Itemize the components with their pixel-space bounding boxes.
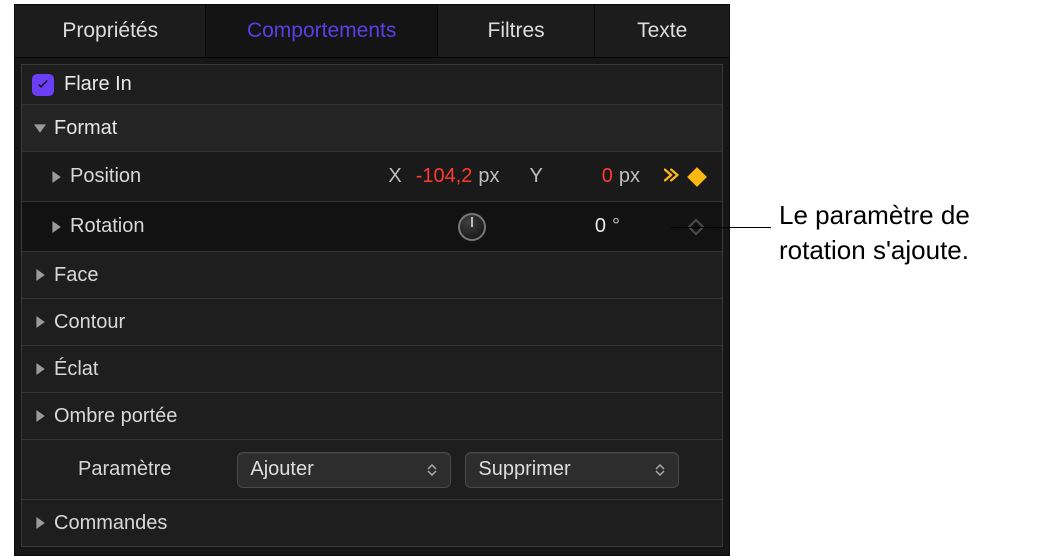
section-label: Éclat bbox=[54, 358, 98, 381]
tab-properties[interactable]: Propriétés bbox=[15, 5, 206, 57]
section-commands[interactable]: Commandes bbox=[22, 499, 722, 546]
axis-x-label: X bbox=[388, 165, 401, 188]
section-label: Contour bbox=[54, 311, 125, 334]
parameter-row: Paramètre Ajouter Supprimer bbox=[22, 439, 722, 499]
tab-text[interactable]: Texte bbox=[595, 5, 729, 57]
parameter-label: Paramètre bbox=[78, 458, 171, 481]
position-x-unit: px bbox=[478, 165, 499, 188]
tab-bar: Propriétés Comportements Filtres Texte bbox=[15, 5, 729, 58]
caret-up-down-icon bbox=[654, 464, 666, 476]
popup-label: Ajouter bbox=[250, 458, 313, 481]
panel-body: Flare In Format Position X -104,2 px Y 0… bbox=[15, 64, 729, 555]
section-glow[interactable]: Éclat bbox=[22, 345, 722, 392]
section-format[interactable]: Format bbox=[22, 104, 722, 151]
chevron-right-icon bbox=[32, 267, 48, 283]
annotation-text-line1: Le paramètre de bbox=[779, 200, 970, 230]
annotation-leader-line bbox=[671, 227, 771, 228]
rotation-unit: ° bbox=[612, 215, 620, 238]
rotation-dial[interactable] bbox=[458, 213, 486, 241]
chevron-down-icon bbox=[32, 120, 48, 136]
tab-behaviors[interactable]: Comportements bbox=[206, 5, 437, 57]
rotation-label: Rotation bbox=[70, 215, 145, 238]
behavior-title-row: Flare In bbox=[22, 65, 722, 104]
chevron-right-icon[interactable] bbox=[48, 169, 64, 185]
position-y-value[interactable]: 0 bbox=[583, 165, 613, 188]
keyframe-diamond-icon[interactable] bbox=[687, 167, 707, 187]
chevron-right-icon bbox=[32, 515, 48, 531]
enable-checkbox[interactable] bbox=[32, 74, 54, 96]
section-label: Face bbox=[54, 264, 98, 287]
position-y-unit: px bbox=[619, 165, 640, 188]
section-shadow[interactable]: Ombre portée bbox=[22, 392, 722, 439]
section-label: Ombre portée bbox=[54, 405, 177, 428]
chevron-right-icon bbox=[32, 361, 48, 377]
behavior-title: Flare In bbox=[64, 73, 132, 96]
chevron-right-icon bbox=[32, 314, 48, 330]
position-label: Position bbox=[70, 165, 141, 188]
param-position: Position X -104,2 px Y 0 px bbox=[22, 151, 722, 201]
chevron-right-icon[interactable] bbox=[48, 219, 64, 235]
rotation-value[interactable]: 0 bbox=[576, 215, 606, 238]
popup-label: Supprimer bbox=[478, 458, 570, 481]
inspector-panel: Propriétés Comportements Filtres Texte F… bbox=[14, 4, 730, 556]
annotation-callout: Le paramètre de rotation s'ajoute. bbox=[779, 198, 1019, 268]
remove-parameter-popup[interactable]: Supprimer bbox=[465, 452, 679, 488]
next-keyframe-icon[interactable] bbox=[664, 165, 682, 188]
annotation-text-line2: rotation s'ajoute. bbox=[779, 235, 969, 265]
tab-filters[interactable]: Filtres bbox=[438, 5, 596, 57]
section-outline[interactable]: Contour bbox=[22, 298, 722, 345]
param-rotation: Rotation 0 ° bbox=[22, 201, 722, 251]
behavior-block: Flare In Format Position X -104,2 px Y 0… bbox=[21, 64, 723, 547]
chevron-right-icon bbox=[32, 408, 48, 424]
caret-up-down-icon bbox=[426, 464, 438, 476]
section-face[interactable]: Face bbox=[22, 251, 722, 298]
position-x-value[interactable]: -104,2 bbox=[416, 165, 473, 188]
add-parameter-popup[interactable]: Ajouter bbox=[237, 452, 451, 488]
section-label: Format bbox=[54, 117, 117, 140]
axis-y-label: Y bbox=[530, 165, 543, 188]
keyframe-controls-position[interactable] bbox=[664, 165, 704, 188]
section-label: Commandes bbox=[54, 512, 167, 535]
